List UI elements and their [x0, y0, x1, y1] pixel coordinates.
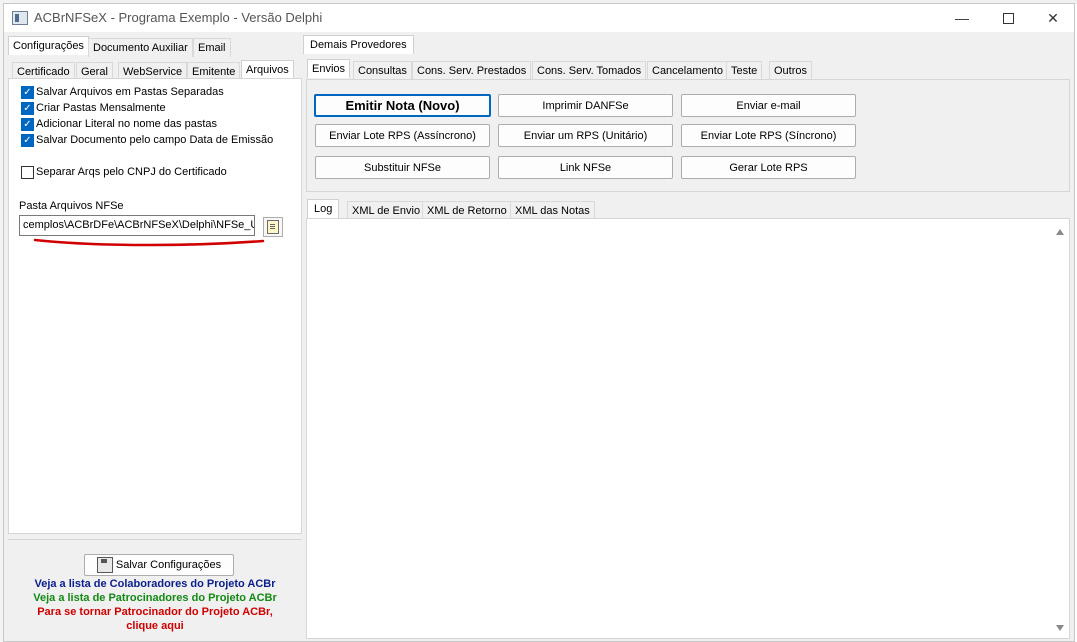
link-nfse-button[interactable]: Link NFSe — [498, 156, 673, 179]
maximize-button[interactable] — [985, 4, 1031, 32]
clique-aqui-link[interactable]: clique aqui — [8, 620, 302, 632]
app-window: ACBrNFSeX - Programa Exemplo - Versão De… — [3, 3, 1075, 642]
colaboradores-link[interactable]: Veja a lista de Colaboradores do Projeto… — [8, 578, 302, 590]
salvar-configuracoes-button[interactable]: Salvar Configurações — [84, 554, 234, 576]
tab-cons-serv-prestados[interactable]: Cons. Serv. Prestados — [412, 61, 532, 80]
checkbox-label: Adicionar Literal no nome das pastas — [36, 118, 217, 130]
tab-log[interactable]: Log — [307, 199, 340, 218]
log-scrollbar[interactable] — [1053, 223, 1067, 633]
enviar-lote-assincrono-button[interactable]: Enviar Lote RPS (Assíncrono) — [315, 124, 490, 147]
tab-cancelamento[interactable]: Cancelamento — [647, 61, 728, 80]
checkbox-label: Criar Pastas Mensalmente — [36, 102, 166, 114]
patrocinadores-link[interactable]: Veja a lista de Patrocinadores do Projet… — [8, 592, 302, 604]
arquivos-panel: ✓ Salvar Arquivos em Pastas Separadas ✓ … — [8, 78, 302, 534]
tab-demais-provedores[interactable]: Demais Provedores — [303, 35, 414, 54]
title-bar: ACBrNFSeX - Programa Exemplo - Versão De… — [4, 4, 1074, 32]
tab-envios[interactable]: Envios — [307, 59, 351, 78]
enviar-rps-unitario-button[interactable]: Enviar um RPS (Unitário) — [498, 124, 673, 147]
tab-email[interactable]: Email — [193, 38, 231, 57]
browse-folder-button[interactable] — [263, 217, 283, 237]
save-icon — [96, 557, 113, 573]
document-icon — [267, 220, 279, 234]
save-button-label: Salvar Configurações — [115, 559, 222, 571]
tab-consultas[interactable]: Consultas — [353, 61, 412, 80]
imprimir-danfse-button[interactable]: Imprimir DANFSe — [498, 94, 673, 117]
gerar-lote-rps-button[interactable]: Gerar Lote RPS — [681, 156, 856, 179]
window-title: ACBrNFSeX - Programa Exemplo - Versão De… — [34, 10, 323, 25]
maximize-icon — [1002, 12, 1014, 24]
tab-cons-serv-tomados[interactable]: Cons. Serv. Tomados — [532, 61, 647, 80]
checkbox-label: Separar Arqs pelo CNPJ do Certificado — [36, 166, 227, 178]
emitir-nota-button[interactable]: Emitir Nota (Novo) — [314, 94, 491, 117]
checkbox-separar-cnpj[interactable] — [21, 166, 34, 179]
substituir-nfse-button[interactable]: Substituir NFSe — [315, 156, 490, 179]
tab-arquivos[interactable]: Arquivos — [241, 60, 294, 79]
tab-documento-auxiliar[interactable]: Documento Auxiliar — [88, 38, 193, 57]
left-bottom-panel: Salvar Configurações Veja a lista de Col… — [8, 539, 302, 640]
checkbox-data-emissao[interactable]: ✓ — [21, 134, 34, 147]
scroll-up-icon[interactable] — [1056, 229, 1064, 235]
enviar-email-button[interactable]: Enviar e-mail — [681, 94, 856, 117]
checkbox-pastas-mensalmente[interactable]: ✓ — [21, 102, 34, 115]
tornar-patrocinador-link[interactable]: Para se tornar Patrocinador do Projeto A… — [8, 606, 302, 618]
enviar-lote-sincrono-button[interactable]: Enviar Lote RPS (Síncrono) — [681, 124, 856, 147]
red-underline-annotation — [33, 238, 265, 247]
checkbox-pastas-separadas[interactable]: ✓ — [21, 86, 34, 99]
log-textarea[interactable] — [306, 218, 1070, 639]
checkbox-label: Salvar Arquivos em Pastas Separadas — [36, 86, 224, 98]
checkbox-adicionar-literal[interactable]: ✓ — [21, 118, 34, 131]
tab-configuracoes[interactable]: Configurações — [8, 36, 89, 55]
checkbox-label: Salvar Documento pelo campo Data de Emis… — [36, 134, 274, 146]
tab-teste[interactable]: Teste — [726, 61, 763, 80]
envios-panel: Emitir Nota (Novo) Imprimir DANFSe Envia… — [306, 79, 1070, 192]
minimize-button[interactable]: — — [939, 4, 985, 32]
scroll-down-icon[interactable] — [1056, 625, 1064, 631]
path-label: Pasta Arquivos NFSe — [19, 200, 124, 212]
tab-outros[interactable]: Outros — [769, 61, 813, 80]
pasta-arquivos-input[interactable]: cemplos\ACBrDFe\ACBrNFSeX\Delphi\NFSe_Ut… — [19, 215, 255, 236]
close-button[interactable]: ✕ — [1030, 4, 1076, 32]
app-icon — [12, 11, 28, 25]
